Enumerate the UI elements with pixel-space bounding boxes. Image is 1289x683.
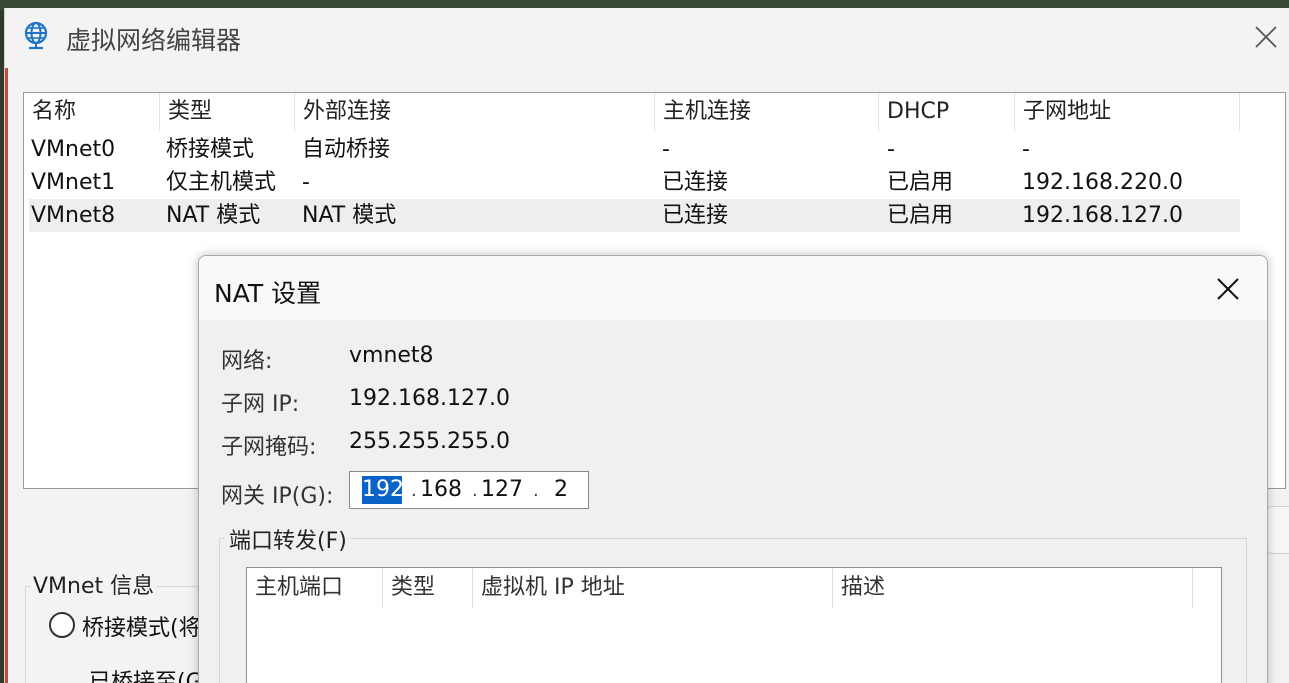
cell-external: NAT 模式 <box>302 203 397 228</box>
port-forwarding-title: 端口转发(F) <box>225 523 351 555</box>
cell-external: - <box>302 170 310 195</box>
side-button-edge[interactable] <box>1267 506 1289 554</box>
subnet-mask-label: 子网掩码: <box>221 435 317 460</box>
table-row[interactable]: VMnet0 桥接模式 自动桥接 - - - <box>29 133 1240 166</box>
table-header: 名称 类型 外部连接 主机连接 DHCP 子网地址 <box>24 93 1240 131</box>
port-forwarding-table[interactable]: 主机端口 类型 虚拟机 IP 地址 描述 <box>246 567 1222 683</box>
column-header-host[interactable]: 主机连接 <box>655 93 879 131</box>
bridged-to-label: 已桥接至(G <box>89 670 203 683</box>
close-icon[interactable] <box>1215 276 1241 302</box>
gateway-octet-3[interactable]: 127 <box>480 476 524 504</box>
gateway-octet-1[interactable]: 192 <box>362 476 404 504</box>
subnet-ip-label: 子网 IP: <box>221 392 300 417</box>
column-header-external[interactable]: 外部连接 <box>295 93 655 131</box>
window-title: 虚拟网络编辑器 <box>66 26 242 55</box>
network-value: vmnet8 <box>349 343 434 368</box>
column-header-type[interactable]: 类型 <box>383 568 473 608</box>
column-header-dhcp[interactable]: DHCP <box>879 93 1015 131</box>
cell-subnet: - <box>1022 137 1030 162</box>
window-edge-accent <box>5 68 8 683</box>
vmnet-info-title: VMnet 信息 <box>31 568 157 600</box>
cell-subnet: 192.168.127.0 <box>1022 203 1183 228</box>
cell-dhcp: 已启用 <box>887 203 954 228</box>
subnet-mask-value: 255.255.255.0 <box>349 429 510 454</box>
cell-name: VMnet1 <box>31 170 116 195</box>
ip-dot: . <box>472 480 478 501</box>
column-header-vm-ip[interactable]: 虚拟机 IP 地址 <box>473 568 833 608</box>
dialog-title: NAT 设置 <box>214 279 322 308</box>
cell-type: NAT 模式 <box>166 203 261 228</box>
ip-dot: . <box>533 480 539 501</box>
cell-external: 自动桥接 <box>302 137 391 162</box>
column-header-description[interactable]: 描述 <box>833 568 1193 608</box>
bridged-mode-radio[interactable] <box>49 612 75 638</box>
nat-settings-dialog: NAT 设置 网络: vmnet8 子网 IP: 192.168.127.0 子… <box>198 255 1268 683</box>
column-header-host-port[interactable]: 主机端口 <box>247 568 383 608</box>
cell-type: 仅主机模式 <box>166 170 277 195</box>
cell-host: - <box>662 137 670 162</box>
cell-dhcp: 已启用 <box>887 170 954 195</box>
title-bar: 虚拟网络编辑器 <box>5 8 1289 60</box>
gateway-ip-field[interactable]: 192 . 168 . 127 . 2 <box>349 471 589 509</box>
cell-type: 桥接模式 <box>166 137 255 162</box>
column-header-subnet[interactable]: 子网地址 <box>1015 93 1240 131</box>
table-row-selected[interactable]: VMnet8 NAT 模式 NAT 模式 已连接 已启用 192.168.127… <box>29 199 1240 232</box>
dialog-title-bar: NAT 设置 <box>199 256 1267 320</box>
cell-dhcp: - <box>887 137 895 162</box>
globe-icon <box>24 21 48 50</box>
cell-name: VMnet0 <box>31 137 116 162</box>
subnet-ip-value: 192.168.127.0 <box>349 386 510 411</box>
column-header-type[interactable]: 类型 <box>160 93 295 131</box>
gateway-ip-label: 网关 IP(G): <box>221 484 334 509</box>
gateway-octet-2[interactable]: 168 <box>419 476 463 504</box>
table-row[interactable]: VMnet1 仅主机模式 - 已连接 已启用 192.168.220.0 <box>29 166 1240 199</box>
cell-host: 已连接 <box>662 203 729 228</box>
bridged-mode-label[interactable]: 桥接模式(将 <box>82 610 201 642</box>
ip-dot: . <box>411 480 417 501</box>
cell-name: VMnet8 <box>31 203 116 228</box>
cell-subnet: 192.168.220.0 <box>1022 170 1183 195</box>
cell-host: 已连接 <box>662 170 729 195</box>
close-icon[interactable] <box>1253 24 1279 50</box>
network-label: 网络: <box>221 349 273 374</box>
column-header-name[interactable]: 名称 <box>24 93 160 131</box>
gateway-octet-4[interactable]: 2 <box>544 476 578 504</box>
